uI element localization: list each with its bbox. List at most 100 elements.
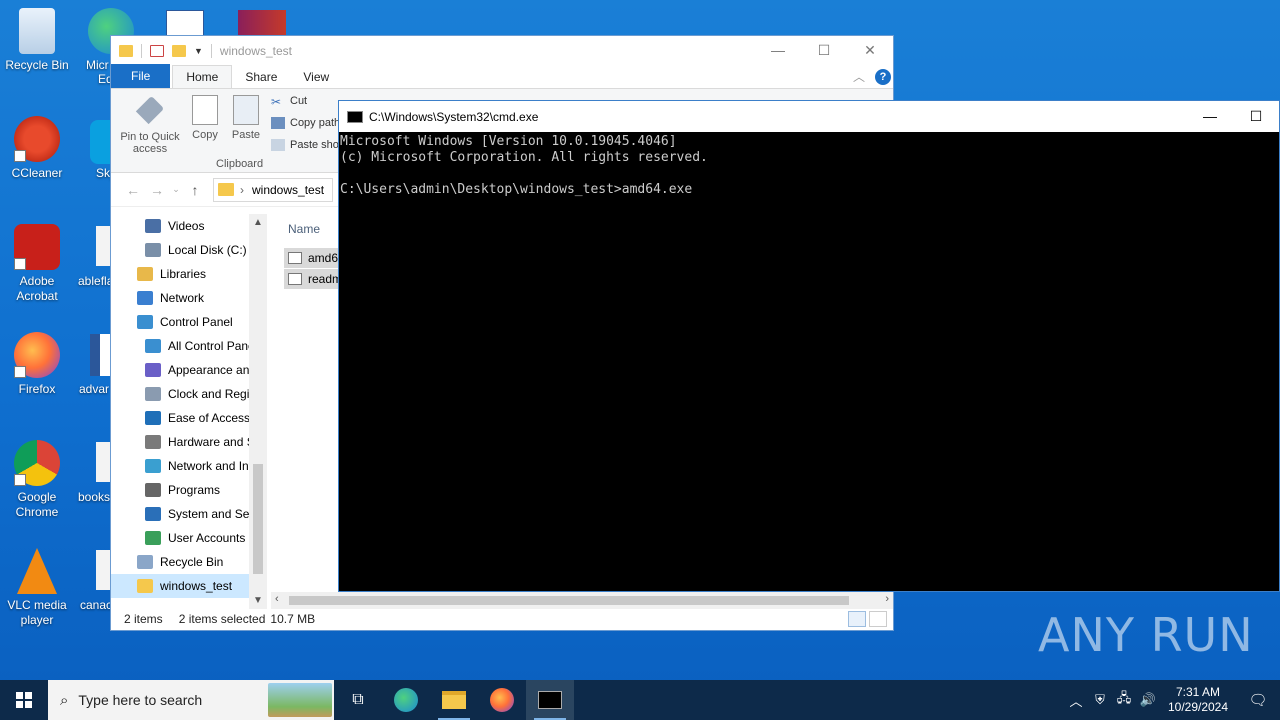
- status-bar: 2 items 2 items selected 10.7 MB: [111, 607, 893, 630]
- recent-locations-icon[interactable]: ⌄: [169, 184, 183, 195]
- console-output[interactable]: Microsoft Windows [Version 10.0.19045.40…: [339, 132, 1279, 198]
- nav-item[interactable]: Hardware and Sound: [111, 430, 267, 454]
- taskbar-edge[interactable]: [382, 680, 430, 720]
- window-title: windows_test: [219, 43, 292, 58]
- nav-item[interactable]: Network: [111, 286, 267, 310]
- desktop-icon-label: ablefla: [78, 274, 114, 288]
- scroll-up-icon[interactable]: ▲: [253, 217, 263, 228]
- scrollbar-thumb[interactable]: [253, 464, 263, 574]
- nav-item[interactable]: Libraries: [111, 262, 267, 286]
- volume-icon[interactable]: 🔊: [1136, 692, 1160, 708]
- scroll-left-icon[interactable]: ‹: [275, 593, 279, 605]
- maximize-button[interactable]: ☐: [1233, 108, 1279, 125]
- taskbar-file-explorer[interactable]: [430, 680, 478, 720]
- action-center-button[interactable]: 🗨: [1236, 691, 1280, 709]
- desktop-icon-google-chrome[interactable]: Google Chrome: [0, 440, 74, 520]
- copy-button[interactable]: Copy: [189, 95, 221, 141]
- minimize-button[interactable]: —: [1187, 108, 1233, 125]
- nav-item[interactable]: Ease of Access: [111, 406, 267, 430]
- file-desktop-icon[interactable]: [96, 226, 110, 266]
- file-row[interactable]: readme.txt: [284, 269, 344, 289]
- help-icon[interactable]: ?: [875, 69, 891, 85]
- address-bar[interactable]: › windows_test: [213, 177, 333, 202]
- text-file-icon: [288, 273, 302, 285]
- cmd-window[interactable]: C:\Windows\System32\cmd.exe — ☐ Microsof…: [338, 100, 1280, 592]
- minimize-button[interactable]: —: [755, 42, 801, 59]
- collapse-ribbon-icon[interactable]: ︿: [853, 68, 865, 85]
- tab-share[interactable]: Share: [232, 66, 290, 88]
- file-row[interactable]: amd64.exe: [284, 248, 344, 268]
- tab-view[interactable]: View: [290, 66, 342, 88]
- nav-item[interactable]: Programs: [111, 478, 267, 502]
- winrar-desktop-icon[interactable]: [238, 10, 286, 36]
- nav-item[interactable]: windows_test: [111, 574, 267, 598]
- nav-item[interactable]: Control Panel: [111, 310, 267, 334]
- copy-icon: [192, 95, 218, 125]
- nav-item-label: Ease of Access: [168, 411, 251, 425]
- security-icon[interactable]: ⛨: [1088, 692, 1112, 708]
- file-desktop-icon[interactable]: [96, 550, 110, 590]
- back-icon[interactable]: ←: [121, 182, 145, 198]
- notification-icon: 🗨: [1248, 692, 1268, 709]
- explorer-title-bar[interactable]: ▼ windows_test — ☐ ✕: [111, 36, 893, 65]
- tab-file[interactable]: File: [111, 64, 171, 88]
- new-folder-icon[interactable]: [172, 44, 186, 57]
- desktop-icon-firefox[interactable]: Firefox: [0, 332, 74, 397]
- nav-item[interactable]: Clock and Region: [111, 382, 267, 406]
- word-desktop-icon[interactable]: [166, 10, 204, 36]
- desktop-icon-recycle-bin[interactable]: Recycle Bin: [0, 8, 74, 73]
- copy-path-button[interactable]: Copy path: [271, 117, 340, 129]
- nav-item[interactable]: All Control Panel Items: [111, 334, 267, 358]
- taskbar-firefox[interactable]: [478, 680, 526, 720]
- nav-item-label: Recycle Bin: [160, 555, 224, 569]
- paste-shortcut-icon: [271, 139, 285, 151]
- column-header-name[interactable]: Name: [288, 222, 320, 236]
- word-doc-desktop-icon[interactable]: [90, 334, 110, 376]
- large-icons-view-icon[interactable]: [869, 610, 887, 627]
- nav-item-icon: [145, 435, 161, 449]
- desktop-icon-label: Firefox: [18, 382, 56, 396]
- pin-to-quick-access-button[interactable]: Pin to Quick access: [117, 95, 183, 155]
- start-button[interactable]: [0, 680, 48, 720]
- taskbar-search-box[interactable]: ⌕ Type here to search: [48, 680, 334, 720]
- forward-icon[interactable]: →: [145, 182, 169, 198]
- nav-item-icon: [137, 267, 153, 281]
- scrollbar-thumb[interactable]: [289, 596, 849, 605]
- nav-item-label: Local Disk (C:): [168, 243, 247, 257]
- file-desktop-icon[interactable]: [96, 442, 110, 482]
- nav-item[interactable]: Network and Internet: [111, 454, 267, 478]
- nav-item[interactable]: Videos: [111, 214, 267, 238]
- skype-desktop-icon[interactable]: [90, 120, 110, 164]
- desktop-icon-adobe-acrobat[interactable]: Adobe Acrobat: [0, 224, 74, 304]
- show-hidden-icons-icon[interactable]: ︿: [1064, 691, 1088, 710]
- tab-home[interactable]: Home: [172, 65, 233, 88]
- up-icon[interactable]: ↑: [183, 182, 207, 198]
- properties-icon[interactable]: [150, 44, 164, 57]
- nav-item[interactable]: System and Security: [111, 502, 267, 526]
- cmd-icon: [347, 110, 363, 123]
- navigation-pane: Videos Local Disk (C:) Libraries Network Con…: [111, 214, 267, 609]
- nav-item[interactable]: Appearance and Personalization: [111, 358, 267, 382]
- cut-button[interactable]: ✂ Cut: [271, 95, 307, 109]
- nav-item[interactable]: User Accounts: [111, 526, 267, 550]
- clock[interactable]: 7:31 AM 10/29/2024: [1160, 685, 1236, 715]
- navigation-scrollbar[interactable]: ▲ ▼: [249, 214, 267, 609]
- customize-quick-access-icon[interactable]: ▼: [194, 46, 203, 56]
- nav-item-icon: [145, 531, 161, 545]
- nav-item[interactable]: Local Disk (C:): [111, 238, 267, 262]
- network-icon[interactable]: 🖧: [1112, 689, 1136, 711]
- details-view-icon[interactable]: [848, 610, 866, 627]
- pin-icon: [135, 95, 165, 125]
- task-view-button[interactable]: ⧉: [334, 680, 382, 720]
- scroll-down-icon[interactable]: ▼: [253, 595, 263, 606]
- taskbar-cmd[interactable]: [526, 680, 574, 720]
- close-button[interactable]: ✕: [847, 42, 893, 59]
- desktop-icon-label: Micr: [86, 58, 109, 72]
- cmd-title-bar[interactable]: C:\Windows\System32\cmd.exe — ☐: [339, 101, 1279, 132]
- desktop-icon-vlc[interactable]: VLC media player: [0, 548, 74, 628]
- desktop-icon-ccleaner[interactable]: CCleaner: [0, 116, 74, 181]
- paste-button[interactable]: Paste: [229, 95, 263, 141]
- scroll-right-icon[interactable]: ›: [885, 593, 889, 605]
- maximize-button[interactable]: ☐: [801, 42, 847, 59]
- nav-item[interactable]: Recycle Bin: [111, 550, 267, 574]
